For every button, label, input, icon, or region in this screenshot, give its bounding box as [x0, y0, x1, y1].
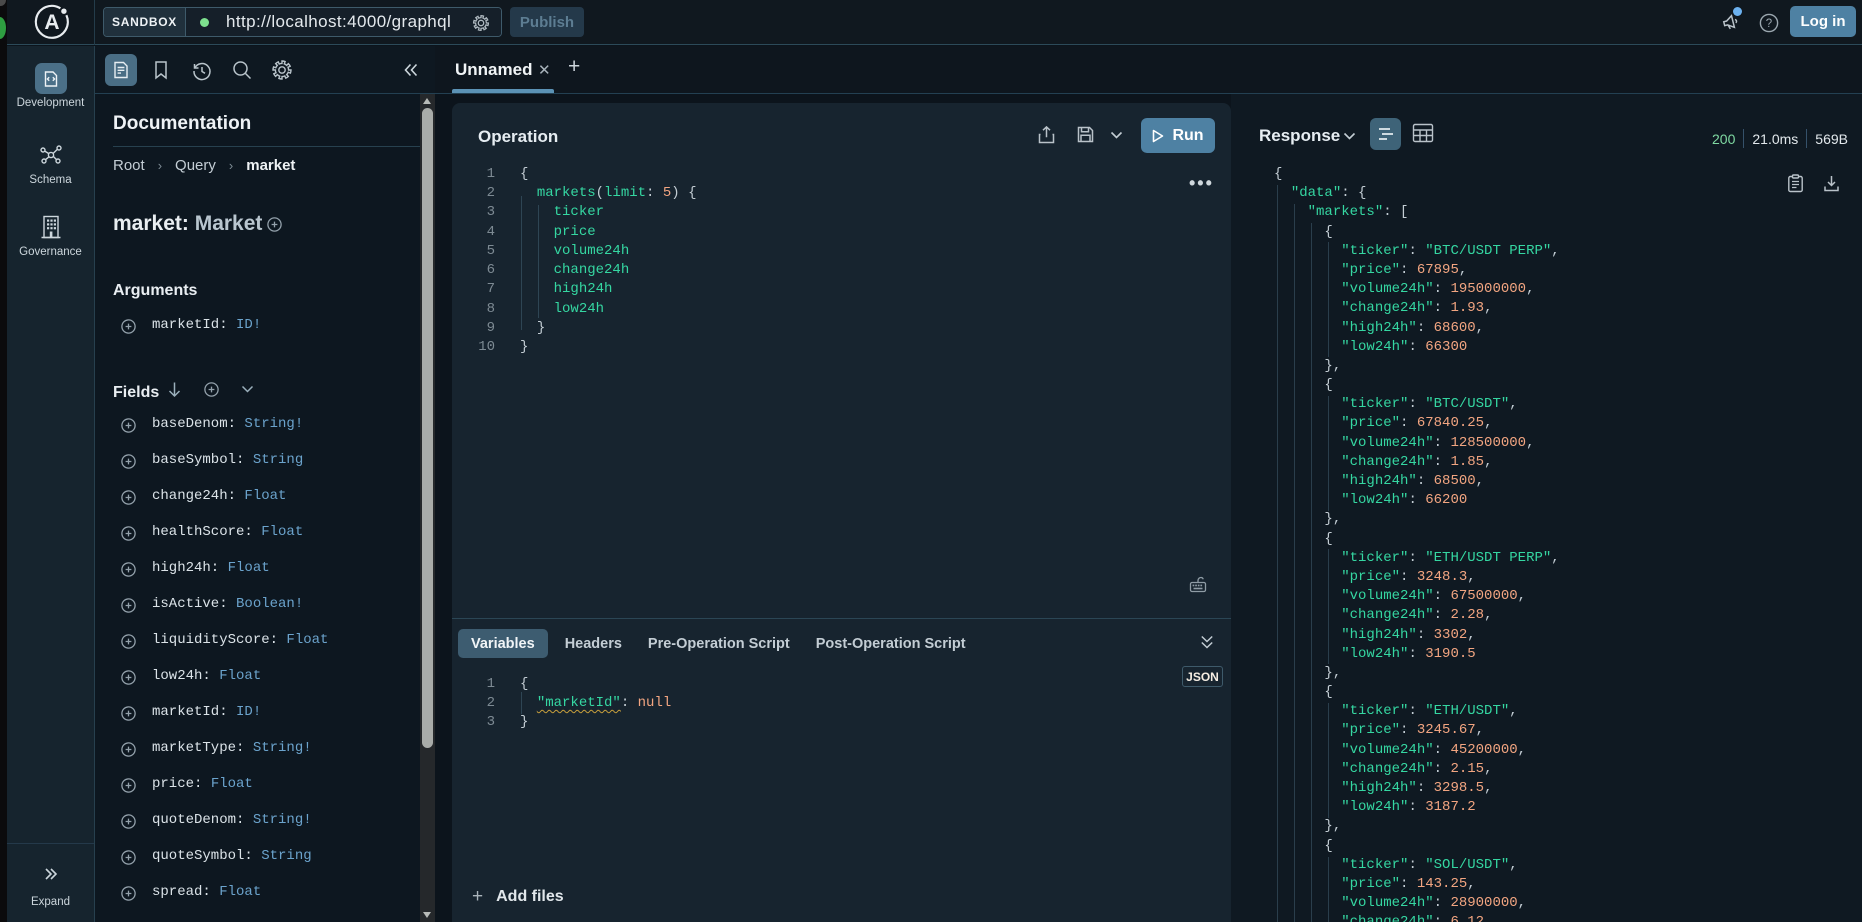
- svg-text:?: ?: [1766, 18, 1772, 30]
- svg-text:A: A: [44, 11, 59, 34]
